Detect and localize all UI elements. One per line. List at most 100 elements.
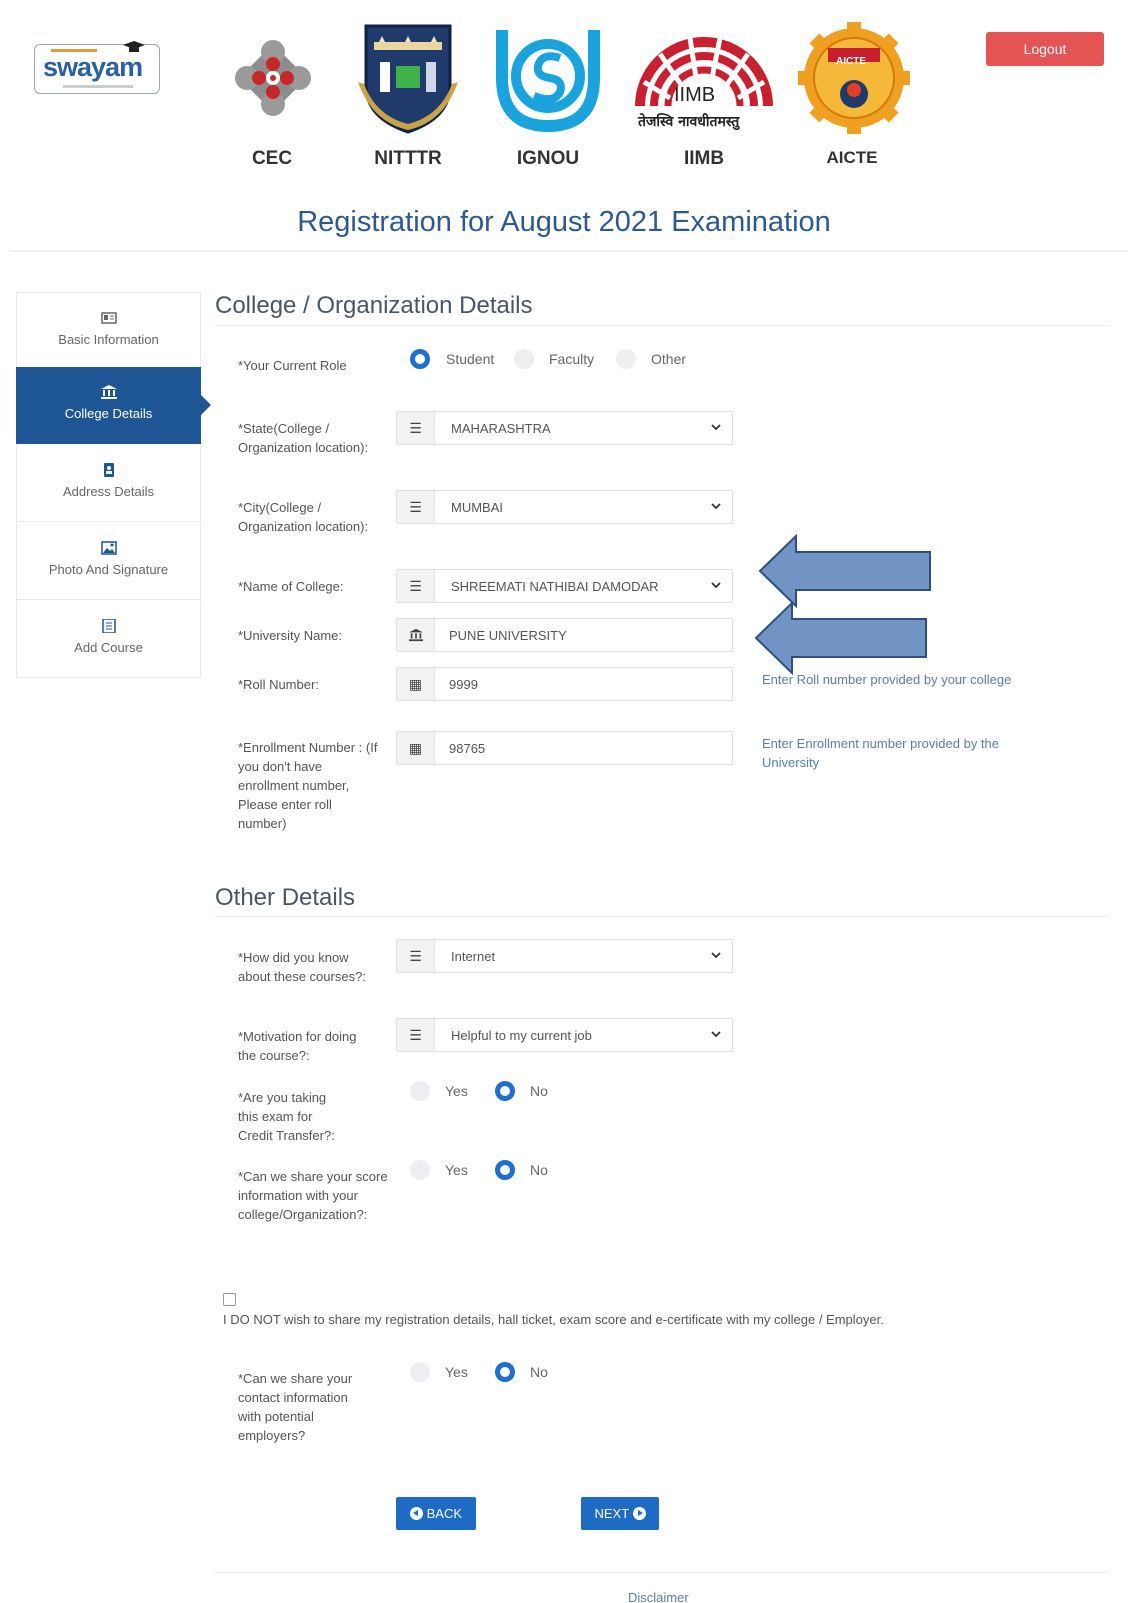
share-contact-yes-label: Yes xyxy=(445,1364,468,1380)
sidebar-item-add-course[interactable]: Add Course xyxy=(16,601,201,678)
credit-transfer-label: *Are you taking this exam for Credit Tra… xyxy=(238,1090,335,1143)
swayam-logo-text: swayam xyxy=(43,52,143,82)
logout-button[interactable]: Logout xyxy=(986,32,1104,66)
role-other-label: Other xyxy=(651,351,687,367)
cec-logo xyxy=(235,40,311,116)
back-button-label: BACK xyxy=(426,1506,463,1521)
iimb-motto: तेजस्वि नावधीतमस्तु xyxy=(638,114,740,130)
role-student-label: Student xyxy=(446,351,495,367)
inst-name-cec: CEC xyxy=(251,148,293,169)
role-student-radio[interactable] xyxy=(410,349,430,369)
page-title: Registration for August 2021 Examination xyxy=(297,206,831,238)
sidebar-item-address-details[interactable]: Address Details xyxy=(16,445,201,522)
sidebar-item-label: College Details xyxy=(64,406,153,421)
enrollment-input[interactable]: ▦ 98765 xyxy=(396,731,733,765)
sidebar-item-label: Add Course xyxy=(74,640,143,655)
share-score-yes-radio[interactable] xyxy=(410,1160,430,1180)
sidebar-item-college-details[interactable]: College Details xyxy=(16,367,211,444)
section-divider xyxy=(215,916,1108,917)
roll-number-label: *Roll Number: xyxy=(238,677,319,692)
motivation-select[interactable]: ☰ Helpful to my current job xyxy=(396,1018,733,1052)
aicte-logo: AICTE xyxy=(798,22,910,134)
next-button[interactable]: NEXT xyxy=(581,1497,659,1530)
credit-yes-radio[interactable] xyxy=(410,1081,430,1101)
chevron-down-icon xyxy=(711,582,721,589)
credit-no-radio[interactable] xyxy=(495,1081,515,1101)
motivation-label: *Motivation for doing the course?: xyxy=(238,1029,357,1063)
sidebar-item-basic-information[interactable]: Basic Information xyxy=(16,292,201,369)
annotation-arrow-left xyxy=(754,601,927,675)
source-select[interactable]: ☰ Internet xyxy=(396,939,733,973)
circle-arrow-left-icon xyxy=(409,1507,423,1520)
inst-name-aicte: AICTE xyxy=(826,148,878,167)
list-icon xyxy=(101,618,117,634)
chevron-down-icon xyxy=(711,503,721,510)
ignou-logo xyxy=(496,30,600,132)
title-divider xyxy=(10,250,1128,252)
back-button[interactable]: BACK xyxy=(396,1497,476,1530)
city-select[interactable]: ☰ MUMBAI xyxy=(396,490,733,524)
share-score-yes-label: Yes xyxy=(445,1162,468,1178)
disclaimer-link[interactable]: Disclaimer xyxy=(628,1590,689,1603)
section-title-other: Other Details xyxy=(215,884,356,911)
section-title-college: College / Organization Details xyxy=(215,292,533,319)
university-value: PUNE UNIVERSITY xyxy=(449,628,567,643)
enrollment-value: 98765 xyxy=(449,741,486,756)
section-divider xyxy=(215,325,1108,326)
aicte-logo-text: AICTE xyxy=(836,56,866,67)
college-name-label: *Name of College: xyxy=(238,579,344,594)
city-value: MUMBAI xyxy=(451,500,503,515)
credit-yes-label: Yes xyxy=(445,1083,468,1099)
sidebar-item-label: Address Details xyxy=(62,484,155,499)
sidebar-item-photo-and-signature[interactable]: Photo And Signature xyxy=(16,523,201,600)
address-book-icon xyxy=(101,463,117,477)
enrollment-hint: Enter Enrollment number provided by the … xyxy=(762,736,1000,770)
share-contact-yes-radio[interactable] xyxy=(410,1362,430,1382)
state-select[interactable]: ☰ MAHARASHTRA xyxy=(396,411,733,445)
sidebar-item-label: Photo And Signature xyxy=(48,562,169,577)
enrollment-label: *Enrollment Number : (If you don't have … xyxy=(238,740,378,831)
state-label: *State(College / Organization location): xyxy=(238,421,369,455)
footer-divider xyxy=(215,1572,1108,1573)
chevron-down-icon xyxy=(711,1031,721,1038)
share-score-no-radio[interactable] xyxy=(495,1160,515,1180)
no-share-checkbox[interactable] xyxy=(223,1293,236,1306)
roll-number-input[interactable]: ▦ 9999 xyxy=(396,667,733,701)
inst-name-iimb: IIMB xyxy=(683,148,725,169)
circle-arrow-right-icon xyxy=(632,1507,646,1520)
inst-name-ignou: IGNOU xyxy=(516,148,580,169)
role-other-radio[interactable] xyxy=(616,349,636,369)
swayam-logo[interactable]: swayam xyxy=(34,41,160,94)
role-label: *Your Current Role xyxy=(238,358,347,373)
logo-underline xyxy=(63,85,133,88)
grid-icon: ▦ xyxy=(397,732,435,764)
iimb-logo: IIMB तेजस्वि नावधीतमस्तु xyxy=(630,28,778,140)
share-contact-no-label: No xyxy=(530,1364,548,1380)
inst-name-nitttr: NITTTR xyxy=(374,148,442,169)
iimb-logo-text: IIMB xyxy=(674,84,716,106)
share-contact-no-radio[interactable] xyxy=(495,1362,515,1382)
sidebar-item-label: Basic Information xyxy=(58,332,159,347)
nitttr-logo xyxy=(358,24,458,134)
college-name-select[interactable]: ☰ SHREEMATI NATHIBAI DAMODAR xyxy=(396,569,733,603)
institution-icon xyxy=(397,619,435,651)
list-icon: ☰ xyxy=(397,1019,435,1051)
list-icon: ☰ xyxy=(397,412,435,444)
role-faculty-radio[interactable] xyxy=(514,349,534,369)
share-score-label: *Can we share your score information wit… xyxy=(238,1169,388,1222)
college-name-value: SHREEMATI NATHIBAI DAMODAR xyxy=(451,579,659,594)
university-input[interactable]: PUNE UNIVERSITY xyxy=(396,618,733,652)
source-value: Internet xyxy=(451,949,496,964)
graduation-cap-icon xyxy=(123,41,145,52)
source-label: *How did you know about these courses?: xyxy=(238,950,366,984)
roll-number-value: 9999 xyxy=(449,677,478,692)
aicte-gear xyxy=(798,22,910,134)
share-contact-label: *Can we share your contact information w… xyxy=(238,1371,353,1443)
university-label: *University Name: xyxy=(238,628,343,643)
image-icon xyxy=(100,541,117,555)
grid-icon: ▦ xyxy=(397,668,435,700)
institution-icon xyxy=(100,385,117,399)
city-label: *City(College / Organization location): xyxy=(238,500,369,534)
chevron-down-icon xyxy=(711,424,721,431)
no-share-checkbox-label: I DO NOT wish to share my registration d… xyxy=(223,1312,884,1327)
